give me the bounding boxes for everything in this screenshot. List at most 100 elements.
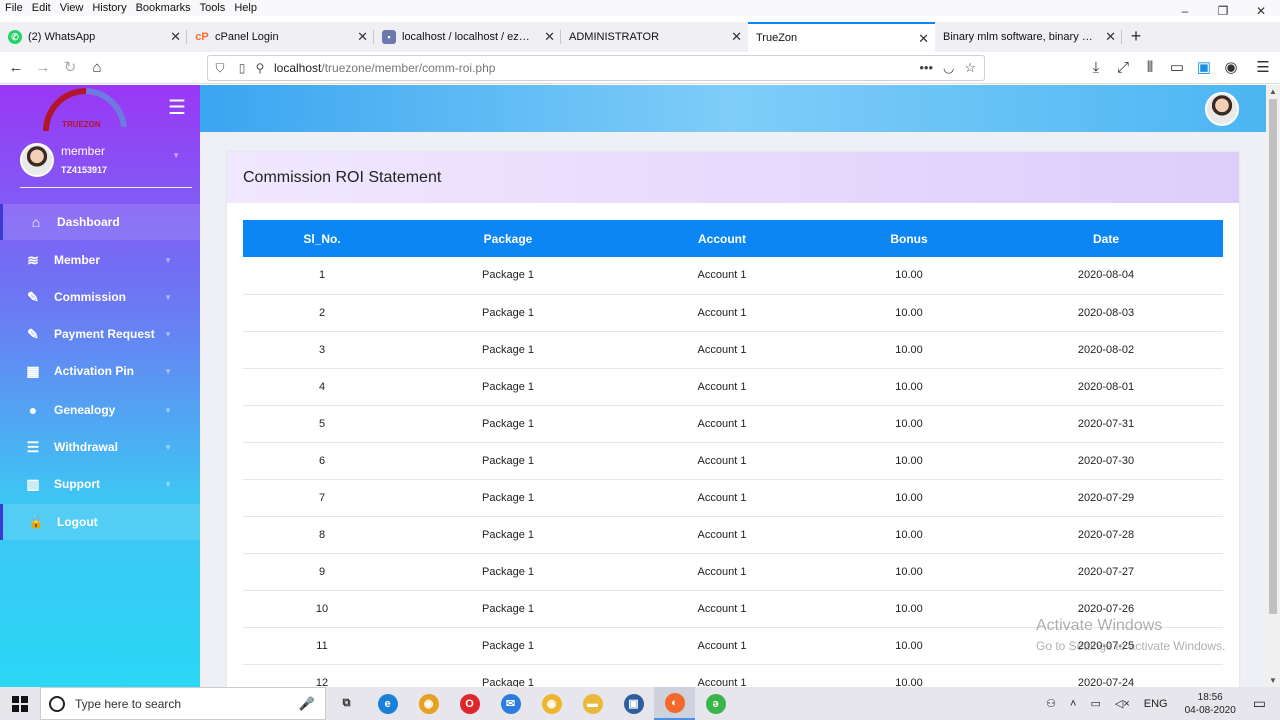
clock[interactable]: 18:56 04-08-2020 <box>1185 691 1236 717</box>
tab-administrator[interactable]: ADMINISTRATOR ✕ <box>561 22 748 52</box>
close-tab-icon[interactable]: ✕ <box>170 29 181 45</box>
menu-edit[interactable]: Edit <box>27 0 55 16</box>
browser-menubar: File Edit View History Bookmarks Tools H… <box>0 0 1280 18</box>
restore-icon[interactable]: ❐ <box>1204 0 1242 22</box>
cell-bonus: 10.00 <box>829 405 989 443</box>
page-info-icon[interactable]: ▯ <box>232 61 252 75</box>
scrollbar-thumb[interactable] <box>1269 99 1277 614</box>
cell-account: Account 1 <box>615 479 829 517</box>
hamburger-menu-icon[interactable]: ☰ <box>1251 56 1275 80</box>
tab-whatsapp[interactable]: ✆ (2) WhatsApp ✕ <box>0 22 187 52</box>
tab-cpanel[interactable]: cP cPanel Login ✕ <box>187 22 374 52</box>
sidebar-item-genealogy[interactable]: ● Genealogy ▼ <box>0 392 200 428</box>
shield-icon[interactable]: ⛉ <box>210 61 230 76</box>
chevron-down-icon[interactable]: ▼ <box>172 151 180 160</box>
permissions-icon[interactable]: ⚲ <box>254 61 266 75</box>
cell-date: 2020-08-02 <box>989 331 1223 369</box>
sidebar-item-dashboard[interactable]: ⌂ Dashboard <box>0 204 200 240</box>
volume-icon[interactable]: ◁× <box>1115 697 1130 710</box>
scroll-down-icon[interactable]: ▼ <box>1266 676 1280 685</box>
page-scrollbar[interactable]: ▲ ▼ <box>1266 85 1280 687</box>
taskbar-app-task-view[interactable]: ⧉ <box>326 687 367 720</box>
taskbar-search[interactable]: Type here to search 🎤 <box>40 687 326 720</box>
tab-phpmyadmin[interactable]: ▪ localhost / localhost / ezzyeam ✕ <box>374 22 561 52</box>
cell-sl-no: 7 <box>243 479 401 517</box>
close-tab-icon[interactable]: ✕ <box>544 29 555 45</box>
screenshot-icon[interactable]: ▣ <box>1192 56 1216 80</box>
sidebar-toggle-button[interactable]: ☰ <box>167 98 187 119</box>
cell-bonus: 10.00 <box>829 257 989 295</box>
reload-icon[interactable]: ↻ <box>58 56 82 80</box>
language-indicator[interactable]: ENG <box>1144 698 1168 710</box>
notifications-icon[interactable]: ▭ <box>1253 695 1266 712</box>
menu-tools[interactable]: Tools <box>195 0 230 16</box>
chevron-down-icon: ▼ <box>164 256 172 265</box>
edit-icon: ✎ <box>27 325 39 342</box>
sidebar-toggle-icon[interactable]: ▭ <box>1165 56 1189 80</box>
download-icon[interactable]: ⤓ <box>1084 56 1108 80</box>
taskbar-app-edge[interactable]: e <box>367 687 408 720</box>
sidebar-item-logout[interactable]: 🔒 Logout <box>0 504 200 540</box>
microphone-icon[interactable]: 🎤 <box>299 696 315 712</box>
close-tab-icon[interactable]: ✕ <box>357 29 368 45</box>
tab-label: (2) WhatsApp <box>28 31 96 43</box>
menu-history[interactable]: History <box>87 0 130 16</box>
app-green-icon: ə <box>705 693 726 714</box>
taskbar-app-store[interactable]: ▣ <box>613 687 654 720</box>
taskbar-app-chrome[interactable]: ◉ <box>408 687 449 720</box>
menu-view[interactable]: View <box>55 0 88 16</box>
taskbar-app-firefox[interactable]: ◐ <box>654 687 695 720</box>
scroll-up-icon[interactable]: ▲ <box>1266 87 1280 96</box>
menu-bookmarks[interactable]: Bookmarks <box>131 0 195 16</box>
pocket-icon[interactable]: ◡ <box>943 60 954 76</box>
minimize-icon[interactable]: – <box>1166 0 1204 22</box>
library-icon[interactable]: ⫴ <box>1138 56 1162 80</box>
battery-icon[interactable]: ▭ <box>1090 697 1100 710</box>
close-window-icon[interactable]: ✕ <box>1242 0 1280 22</box>
close-tab-icon[interactable]: ✕ <box>1105 29 1116 45</box>
tab-binary-mlm[interactable]: Binary mlm software, binary mlm sc ✕ <box>935 22 1122 52</box>
back-icon[interactable]: ← <box>4 56 28 80</box>
header-avatar[interactable] <box>1205 92 1239 126</box>
taskbar-app-file-explorer[interactable]: ▬ <box>572 687 613 720</box>
new-tab-button[interactable]: + <box>1122 22 1150 52</box>
column-header: Account <box>615 220 829 257</box>
sidebar-item-payment-request[interactable]: ✎ Payment Request ▼ <box>0 316 200 352</box>
chevron-down-icon: ▼ <box>164 293 172 302</box>
cell-bonus: 10.00 <box>829 516 989 554</box>
user-profile[interactable]: member TZ4153917 ▼ <box>20 141 192 188</box>
page-actions-icon[interactable]: ••• <box>919 60 933 76</box>
sidebar-item-commission[interactable]: ✎ Commission ▼ <box>0 279 200 315</box>
column-header: Date <box>989 220 1223 257</box>
forward-icon[interactable]: → <box>31 56 55 80</box>
fullscreen-icon[interactable]: ⤢ <box>1111 56 1135 80</box>
edge-icon: e <box>377 693 398 714</box>
sidebar-item-member[interactable]: ≋ Member ▼ <box>0 242 200 278</box>
logo-text: TRUEZON <box>62 120 101 129</box>
account-icon[interactable]: ◉ <box>1219 56 1243 80</box>
taskbar-app-chrome-canary[interactable]: ◉ <box>531 687 572 720</box>
taskbar-app-mail[interactable]: ✉ <box>490 687 531 720</box>
close-tab-icon[interactable]: ✕ <box>731 29 742 45</box>
taskbar-app-opera[interactable]: O <box>449 687 490 720</box>
avatar <box>20 143 54 177</box>
truezon-logo[interactable]: TRUEZON <box>40 87 130 132</box>
sidebar-item-activation-pin[interactable]: ▦ Activation Pin ▼ <box>0 353 200 389</box>
bookmark-star-icon[interactable]: ☆ <box>964 60 976 76</box>
start-button[interactable] <box>0 687 40 720</box>
tab-truezon[interactable]: TrueZon ✕ <box>748 22 935 52</box>
chevron-down-icon: ▼ <box>164 406 172 415</box>
menu-file[interactable]: File <box>0 0 27 16</box>
address-bar[interactable]: ⛉ ▯ ⚲ localhost/truezone/member/comm-roi… <box>207 55 985 81</box>
url-text[interactable]: localhost/truezone/member/comm-roi.php <box>274 61 495 75</box>
menu-help[interactable]: Help <box>229 0 261 16</box>
windows-taskbar: Type here to search 🎤 ⧉ e ◉ O ✉ ◉ ▬ ▣ ◐ ə ⚇ ˄ ▭ ◁… <box>0 687 1280 720</box>
taskbar-app-app-green[interactable]: ə <box>695 687 736 720</box>
table-row: 3 Package 1 Account 1 10.00 2020-08-02 <box>243 331 1223 369</box>
sidebar-item-withdrawal[interactable]: ☰ Withdrawal ▼ <box>0 429 200 465</box>
home-button-icon[interactable]: ⌂ <box>85 56 109 80</box>
close-tab-icon[interactable]: ✕ <box>918 31 929 47</box>
sidebar-item-support[interactable]: ▥ Support ▼ <box>0 466 200 502</box>
people-icon[interactable]: ⚇ <box>1046 697 1056 710</box>
chevron-up-icon[interactable]: ˄ <box>1070 698 1076 710</box>
